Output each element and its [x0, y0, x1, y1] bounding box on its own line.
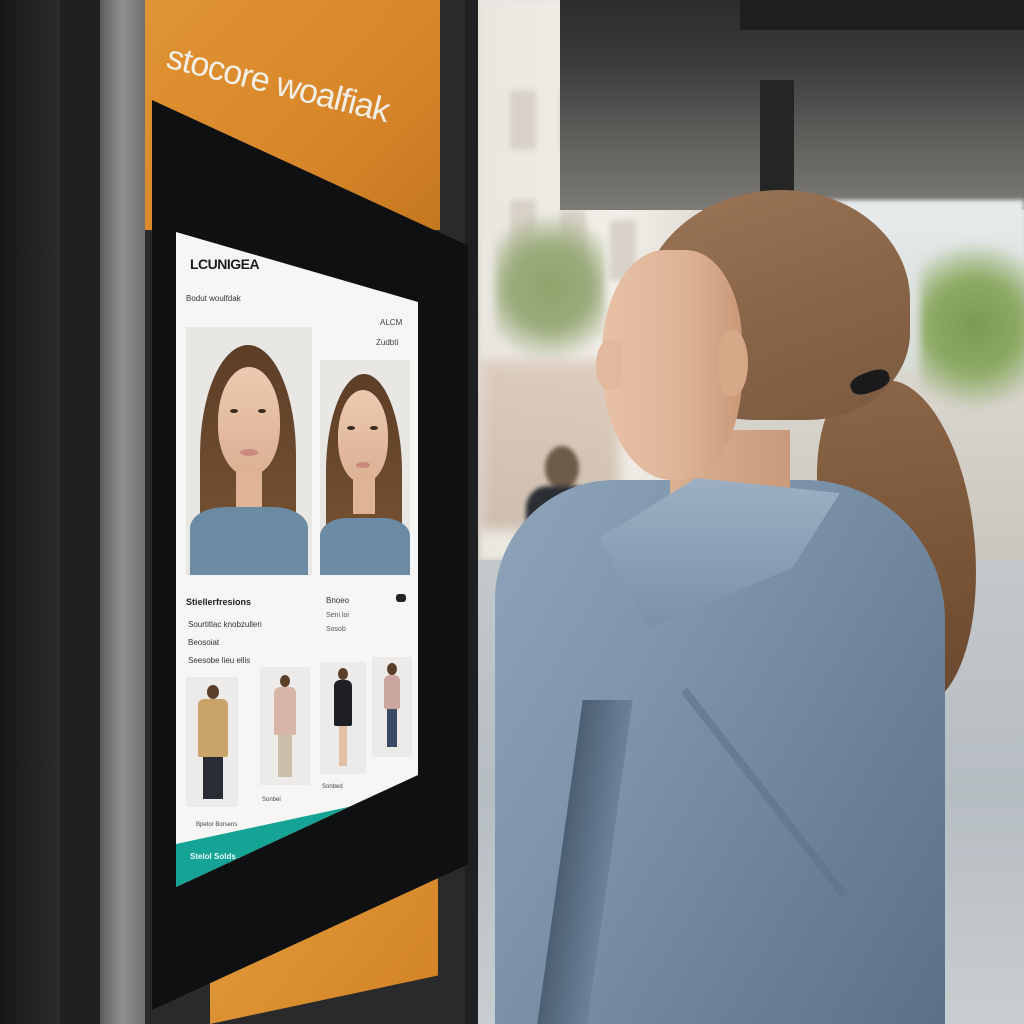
outfit-thumbnail-3[interactable]: [320, 662, 366, 774]
outfit-thumbnail-2[interactable]: [260, 667, 310, 785]
woman-ear: [718, 330, 748, 396]
portrait-eye: [370, 426, 378, 430]
kiosk-touchscreen[interactable]: LCUNIGEA Bodut woulfdak ALCM Zudbti Stie…: [176, 232, 418, 887]
thumbnail-caption: Sonbel: [262, 797, 281, 803]
info-line: Sourtitlac knobzulleri: [188, 620, 262, 629]
display-code: Zudbti: [376, 338, 399, 347]
camera-icon[interactable]: [396, 594, 406, 602]
background-tree: [495, 215, 605, 375]
awning-post: [760, 80, 794, 200]
portrait-shirt: [320, 518, 410, 575]
display-footer-text[interactable]: Stelol Solds: [190, 852, 236, 861]
portrait-face: [218, 367, 280, 475]
portrait-neck: [353, 478, 375, 514]
portrait-eye: [258, 409, 266, 413]
display-subtitle: Bodut woulfdak: [186, 294, 241, 303]
portrait-face: [338, 390, 388, 482]
figure-head: [207, 685, 219, 699]
figure-legs: [387, 709, 397, 747]
figure-legs: [278, 735, 292, 777]
info-col2-line: Seni loi: [326, 612, 349, 619]
woman-nose: [596, 340, 622, 390]
thumbnail-caption: Sonbed: [322, 784, 343, 790]
display-code: ALCM: [380, 318, 403, 327]
figure-head: [280, 675, 290, 687]
outfit-thumbnail-1[interactable]: [186, 677, 238, 807]
awning-beam: [740, 0, 1024, 30]
portrait-image-2[interactable]: [320, 360, 410, 575]
figure-dress: [334, 680, 352, 726]
info-col2-title: Bnoeo: [326, 596, 350, 605]
figure-legs: [203, 757, 223, 799]
info-line: Beosoiat: [188, 638, 220, 647]
info-line: Seesobe lieu ellis: [188, 656, 251, 665]
info-title: Stiellerfresions: [186, 597, 252, 607]
figure-top: [384, 675, 400, 709]
portrait-shirt: [190, 507, 308, 575]
kiosk-side-panel: [100, 0, 148, 1024]
portrait-neck: [236, 472, 262, 512]
info-col2-line: Sosob: [326, 626, 346, 633]
portrait-eye: [230, 409, 238, 413]
figure-legs: [339, 726, 347, 766]
portrait-image-1[interactable]: [186, 327, 312, 575]
kiosk-frame: [0, 0, 60, 1024]
figure-head: [338, 668, 348, 680]
background-tree-right: [920, 240, 1024, 430]
outfit-thumbnail-4[interactable]: [372, 657, 412, 757]
portrait-eye: [347, 426, 355, 430]
portrait-lips: [240, 449, 258, 456]
portrait-lips: [356, 462, 370, 468]
thumbnail-caption: Bpetor Borsens: [196, 822, 238, 828]
figure-jacket: [198, 699, 228, 757]
pedestrian-head: [545, 446, 579, 490]
display-logo: LCUNIGEA: [190, 256, 260, 272]
figure-head: [387, 663, 397, 675]
figure-top: [274, 687, 296, 735]
